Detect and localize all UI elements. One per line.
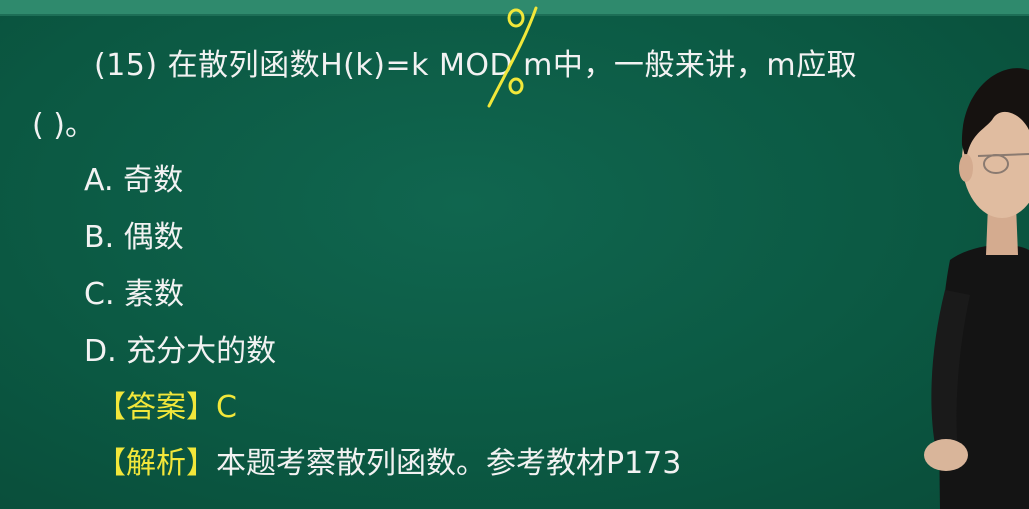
analysis-label: 【解析】 [96, 446, 216, 481]
question-line-2: ( )。 [32, 108, 95, 143]
option-d: D. 充分大的数 [84, 334, 277, 369]
answer-label: 【答案】 [96, 390, 216, 425]
handwritten-percent-mark [487, 6, 538, 108]
analysis-line: 【解析】本题考察散列函数。参考教材P173 [96, 438, 681, 482]
answer-value: C [216, 390, 237, 425]
answer-line: 【答案】C [96, 382, 237, 426]
option-c: C. 素数 [84, 277, 185, 312]
option-a: A. 奇数 [84, 163, 184, 198]
analysis-text: 本题考察散列函数。参考教材P173 [216, 446, 682, 481]
question-line-1: (15) 在散列函数H(k)=k MOD m中，一般来讲，m应取 [94, 48, 858, 83]
presenter-figure [924, 68, 1029, 509]
option-b: B. 偶数 [84, 220, 184, 255]
